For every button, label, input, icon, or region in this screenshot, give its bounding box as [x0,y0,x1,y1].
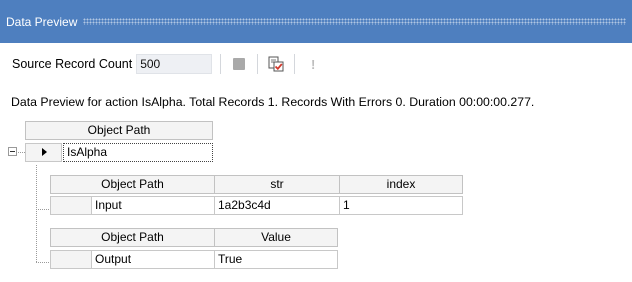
input-str-cell[interactable]: 1a2b3c4d [214,196,340,215]
tree-line [36,262,50,263]
row-selector[interactable] [25,143,62,162]
info-button[interactable]: ! [303,54,323,74]
column-header-object-path[interactable]: Object Path [50,175,215,194]
column-header-str[interactable]: str [214,175,340,194]
row-selector[interactable] [50,250,92,269]
output-value-cell[interactable]: True [214,250,338,269]
data-preview-window: Data Preview Source Record Count 500 ! D… [0,0,632,282]
tree-line [36,209,50,210]
source-record-count-input[interactable]: 500 [136,54,213,74]
toolbar-separator [257,54,259,74]
status-text: Data Preview for action IsAlpha. Total R… [11,95,535,109]
title-grip [83,18,626,25]
column-header-object-path[interactable]: Object Path [50,228,215,247]
column-header-index[interactable]: index [339,175,463,194]
toolbar: Source Record Count 500 ! [0,43,632,85]
tree-line [36,165,37,263]
window-title: Data Preview [6,14,78,29]
export-preview-button[interactable] [266,54,286,74]
top-row-object-path-cell[interactable]: IsAlpha [63,143,213,162]
output-object-path-cell[interactable]: Output [91,250,215,269]
preview-check-icon [268,56,284,72]
column-header-object-path[interactable]: Object Path [25,121,213,140]
collapse-icon[interactable] [8,147,17,156]
current-row-arrow-icon [42,148,47,156]
toolbar-separator [220,54,222,74]
source-record-count-label: Source Record Count [12,57,133,71]
title-bar[interactable]: Data Preview [0,0,632,43]
row-selector[interactable] [50,196,92,215]
stop-icon [233,58,246,70]
column-header-value[interactable]: Value [214,228,338,247]
exclamation-icon: ! [311,56,316,72]
toolbar-separator [294,54,296,74]
input-object-path-cell[interactable]: Input [91,196,215,215]
input-index-cell[interactable]: 1 [339,196,463,215]
stop-button[interactable] [229,54,249,74]
